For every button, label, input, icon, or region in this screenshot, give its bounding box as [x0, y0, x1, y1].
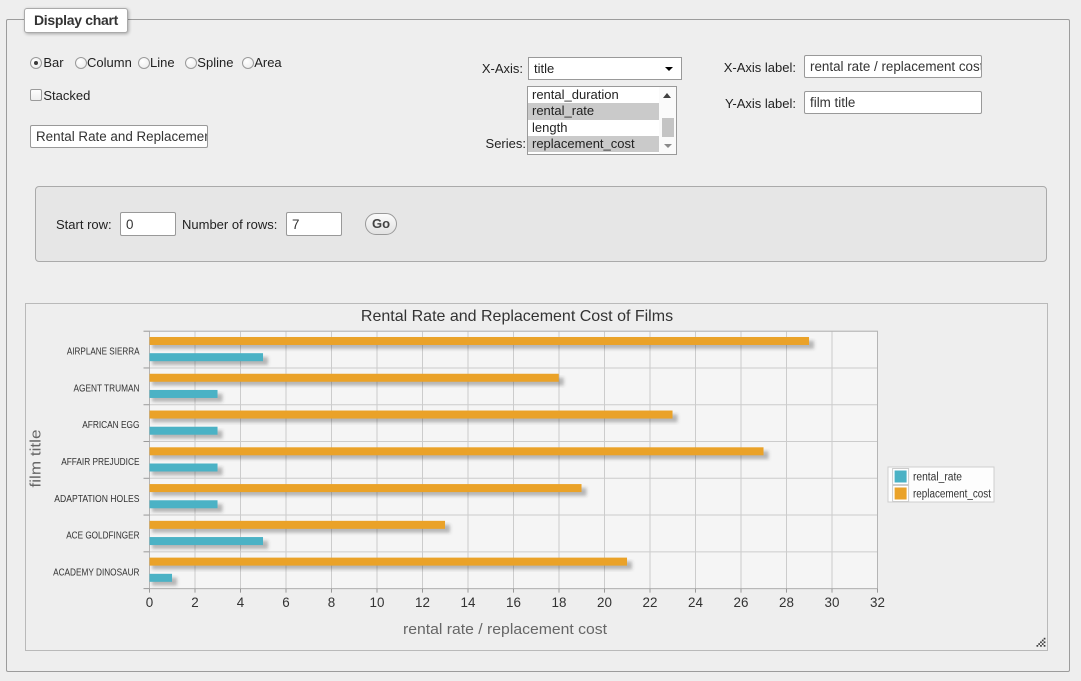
svg-text:18: 18	[552, 595, 567, 610]
svg-text:AFFAIR PREJUDICE: AFFAIR PREJUDICE	[61, 457, 139, 468]
svg-text:20: 20	[597, 595, 612, 610]
svg-text:16: 16	[506, 595, 521, 610]
svg-text:ACADEMY DINOSAUR: ACADEMY DINOSAUR	[53, 567, 139, 578]
svg-text:Rental Rate and Replacement Co: Rental Rate and Replacement Cost of Film…	[361, 308, 673, 325]
svg-text:film title: film title	[29, 430, 45, 488]
svg-text:10: 10	[370, 595, 385, 610]
svg-text:14: 14	[461, 595, 476, 610]
svg-text:32: 32	[870, 595, 885, 610]
svg-text:AFRICAN EGG: AFRICAN EGG	[82, 420, 139, 431]
svg-text:8: 8	[328, 595, 335, 610]
svg-text:AGENT TRUMAN: AGENT TRUMAN	[74, 383, 140, 394]
svg-text:ADAPTATION HOLES: ADAPTATION HOLES	[54, 494, 139, 505]
svg-text:rental_rate: rental_rate	[913, 472, 962, 484]
svg-text:26: 26	[734, 595, 749, 610]
svg-text:12: 12	[415, 595, 430, 610]
svg-text:AIRPLANE SIERRA: AIRPLANE SIERRA	[67, 347, 140, 358]
svg-text:24: 24	[688, 595, 703, 610]
svg-text:22: 22	[643, 595, 658, 610]
svg-text:28: 28	[779, 595, 794, 610]
svg-text:replacement_cost: replacement_cost	[913, 489, 992, 501]
svg-text:6: 6	[282, 595, 289, 610]
svg-text:ACE GOLDFINGER: ACE GOLDFINGER	[66, 531, 139, 542]
svg-text:0: 0	[146, 595, 153, 610]
svg-text:4: 4	[237, 595, 245, 610]
svg-text:2: 2	[191, 595, 198, 610]
svg-text:rental rate / replacement cost: rental rate / replacement cost	[403, 621, 608, 638]
svg-text:30: 30	[825, 595, 840, 610]
